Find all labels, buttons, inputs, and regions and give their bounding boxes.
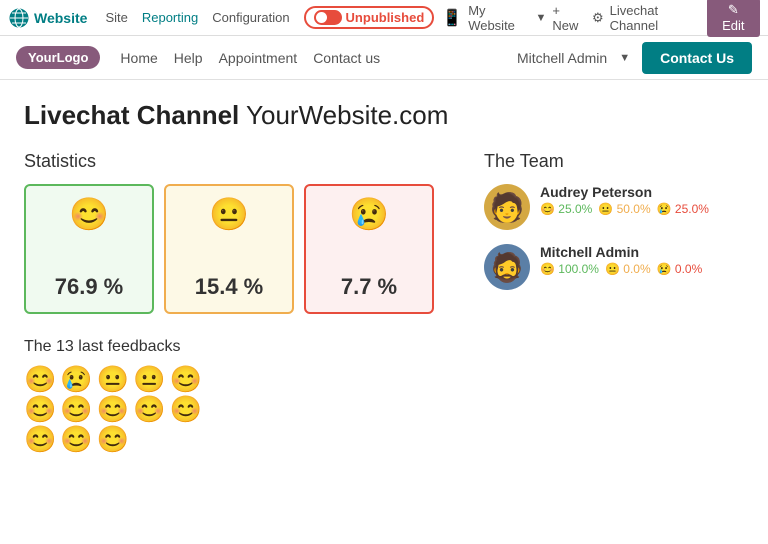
member-name-audrey: Audrey Peterson <box>540 184 709 200</box>
stat-box-happy: 😊 76.9 % <box>24 184 154 314</box>
feedback-icon-item: 😊 <box>97 396 129 422</box>
admin-dropdown-arrow[interactable]: ▼ <box>619 52 630 64</box>
page-title: Livechat Channel YourWebsite.com <box>24 100 744 131</box>
audrey-sad: 😢 25.0% <box>657 202 709 216</box>
member-name-mitchell: Mitchell Admin <box>540 244 702 260</box>
stat-value-neutral: 15.4 % <box>195 274 264 300</box>
brand-label: Website <box>34 10 87 26</box>
device-icon: 📱 <box>442 8 462 28</box>
top-navbar: Website Site Reporting Configuration Unp… <box>0 0 768 36</box>
livechat-channel-link[interactable]: Livechat Channel <box>610 3 701 33</box>
website-nav-right: Mitchell Admin ▼ Contact Us <box>517 42 752 74</box>
nav-configuration[interactable]: Configuration <box>206 6 295 29</box>
my-website-link[interactable]: My Website <box>468 3 529 33</box>
stats-boxes: 😊 76.9 % 😐 15.4 % 😢 7.7 % <box>24 184 444 314</box>
toggle-icon[interactable] <box>314 10 342 25</box>
member-info-audrey: Audrey Peterson 😊 25.0% 😐 50.0% 😢 25.0% <box>540 184 709 216</box>
avatar-mitchell: 🧔 <box>484 244 530 290</box>
new-button[interactable]: + New <box>552 3 586 33</box>
nav-contact-us[interactable]: Contact us <box>313 50 380 66</box>
feedback-icon-item: 😊 <box>170 396 202 422</box>
member-stats-mitchell: 😊 100.0% 😐 0.0% 😢 0.0% <box>540 262 702 276</box>
statistics-title: Statistics <box>24 151 444 172</box>
mitchell-neutral: 😐 0.0% <box>605 262 651 276</box>
feedback-icon-item: 😊 <box>24 366 56 392</box>
feedback-icon-item: 😊 <box>170 366 202 392</box>
main-content: Livechat Channel YourWebsite.com Statist… <box>0 80 768 472</box>
mitchell-happy: 😊 100.0% <box>540 262 599 276</box>
member-info-mitchell: Mitchell Admin 😊 100.0% 😐 0.0% 😢 0.0% <box>540 244 702 276</box>
top-nav-links: Site Reporting Configuration <box>99 6 295 29</box>
unpublished-label: Unpublished <box>346 10 425 25</box>
globe-icon <box>8 7 30 29</box>
audrey-neutral: 😐 50.0% <box>598 202 650 216</box>
page-title-main: Livechat Channel <box>24 100 239 130</box>
nav-site[interactable]: Site <box>99 6 133 29</box>
feedback-icon-item: 😊 <box>60 426 92 452</box>
feedback-icon-item: 😊 <box>24 396 56 422</box>
right-section: The Team 🧑 Audrey Peterson 😊 25.0% 😐 50.… <box>484 151 744 452</box>
stat-value-happy: 76.9 % <box>55 274 124 300</box>
team-member-audrey: 🧑 Audrey Peterson 😊 25.0% 😐 50.0% 😢 25.0… <box>484 184 744 230</box>
mitchell-sad: 😢 0.0% <box>657 262 703 276</box>
audrey-happy: 😊 25.0% <box>540 202 592 216</box>
team-member-mitchell: 🧔 Mitchell Admin 😊 100.0% 😐 0.0% 😢 0.0% <box>484 244 744 290</box>
neutral-icon: 😐 <box>209 198 249 230</box>
dropdown-arrow-my-website[interactable]: ▼ <box>535 12 546 24</box>
page-title-sub: YourWebsite.com <box>246 100 448 130</box>
feedback-icon-item: 😊 <box>24 426 56 452</box>
team-title: The Team <box>484 151 744 172</box>
member-stats-audrey: 😊 25.0% 😐 50.0% 😢 25.0% <box>540 202 709 216</box>
admin-name[interactable]: Mitchell Admin <box>517 50 607 66</box>
logo[interactable]: YourLogo <box>16 46 100 69</box>
feedback-icon-item: 😐 <box>97 366 129 392</box>
nav-reporting[interactable]: Reporting <box>136 6 204 29</box>
happy-icon: 😊 <box>69 198 109 230</box>
sad-icon: 😢 <box>349 198 389 230</box>
brand-section: Website <box>8 7 87 29</box>
gear-icon[interactable]: ⚙ <box>592 10 604 26</box>
stat-value-sad: 7.7 % <box>341 274 397 300</box>
stat-box-neutral: 😐 15.4 % <box>164 184 294 314</box>
feedback-icons: 😊😢😐😐😊😊😊😊😊😊😊😊😊 <box>24 366 224 452</box>
avatar-audrey: 🧑 <box>484 184 530 230</box>
contact-us-button[interactable]: Contact Us <box>642 42 752 74</box>
feedback-icon-item: 😊 <box>133 396 165 422</box>
edit-button[interactable]: ✎ Edit <box>707 0 760 37</box>
feedback-icon-item: 😢 <box>60 366 92 392</box>
unpublished-badge[interactable]: Unpublished <box>304 6 435 29</box>
left-section: Statistics 😊 76.9 % 😐 15.4 % 😢 7.7 % <box>24 151 444 452</box>
content-layout: Statistics 😊 76.9 % 😐 15.4 % 😢 7.7 % <box>24 151 744 452</box>
stat-box-sad: 😢 7.7 % <box>304 184 434 314</box>
feedback-icon-item: 😊 <box>60 396 92 422</box>
top-bar-right: 📱 My Website ▼ + New ⚙ Livechat Channel … <box>442 0 760 37</box>
nav-appointment[interactable]: Appointment <box>219 50 298 66</box>
feedbacks-title: The 13 last feedbacks <box>24 338 444 356</box>
website-navbar: YourLogo Home Help Appointment Contact u… <box>0 36 768 80</box>
nav-home[interactable]: Home <box>120 50 157 66</box>
feedback-icon-item: 😐 <box>133 366 165 392</box>
website-nav-links: Home Help Appointment Contact us <box>120 50 517 66</box>
feedback-icon-item: 😊 <box>97 426 129 452</box>
nav-help[interactable]: Help <box>174 50 203 66</box>
